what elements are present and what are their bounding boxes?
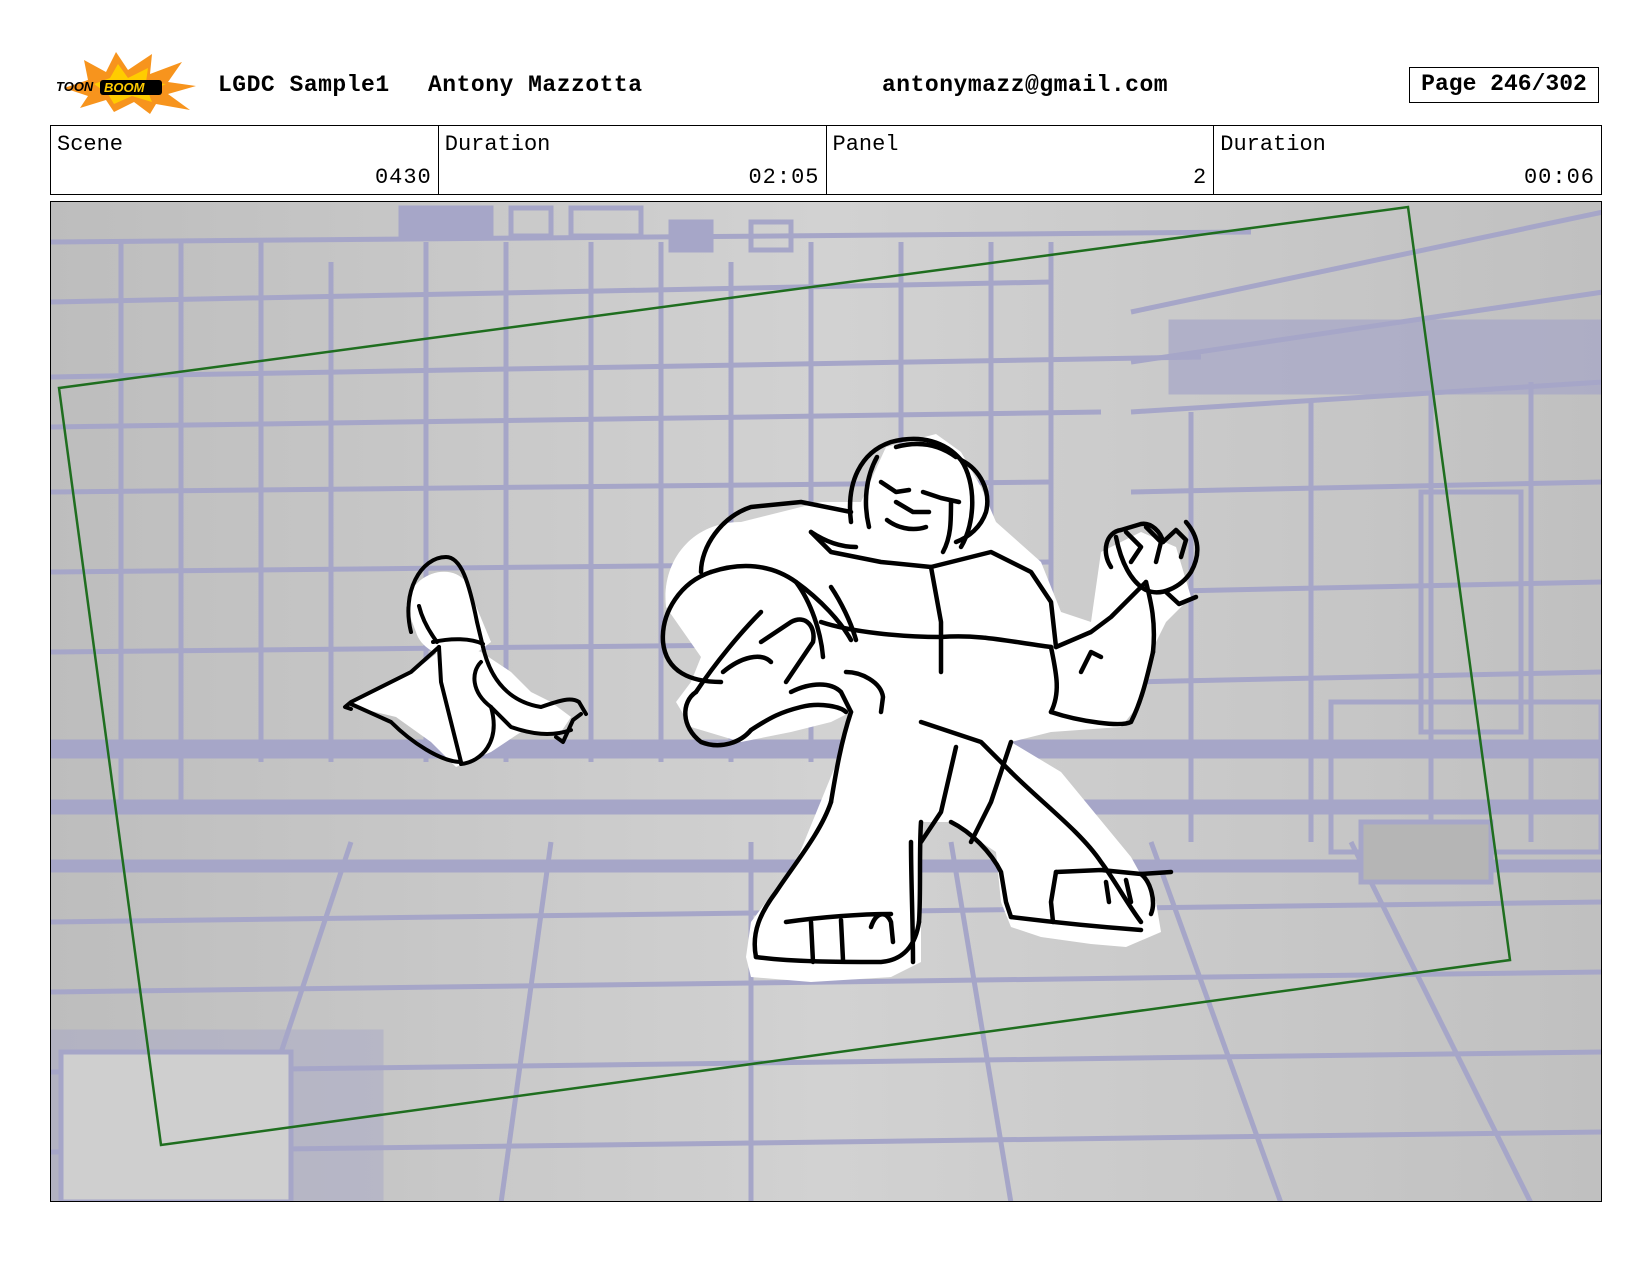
scene-duration-label: Duration: [444, 132, 551, 157]
page-header: TOON BOOM LGDC Sample1 Antony Mazzotta a…: [0, 0, 1648, 120]
project-name: LGDC Sample1: [218, 72, 390, 98]
panel-label: Panel: [832, 132, 899, 157]
author-name: Antony Mazzotta: [428, 72, 643, 98]
logo-text-toon: TOON: [56, 79, 94, 94]
scene-duration-value: 02:05: [748, 165, 820, 190]
scene-value: 0430: [374, 165, 432, 190]
author-email: antonymazz@gmail.com: [882, 72, 1169, 98]
panel-duration-cell: Duration 00:06: [1214, 126, 1601, 194]
storyboard-panel: [50, 201, 1602, 1202]
toonboom-logo: TOON BOOM: [56, 52, 196, 114]
panel-value: 2: [1193, 165, 1208, 190]
scene-label: Scene: [57, 132, 124, 157]
scene-cell: Scene 0430: [51, 126, 439, 194]
panel-duration-label: Duration: [1220, 132, 1326, 157]
page-counter: Page 246/302: [1409, 67, 1599, 103]
scene-duration-cell: Duration 02:05: [439, 126, 827, 194]
scene-info-table: Scene 0430 Duration 02:05 Panel 2 Durati…: [50, 125, 1602, 195]
panel-cell: Panel 2: [827, 126, 1215, 194]
panel-artwork: [51, 202, 1601, 1201]
logo-text-boom: BOOM: [104, 80, 146, 95]
panel-duration-value: 00:06: [1523, 165, 1595, 190]
